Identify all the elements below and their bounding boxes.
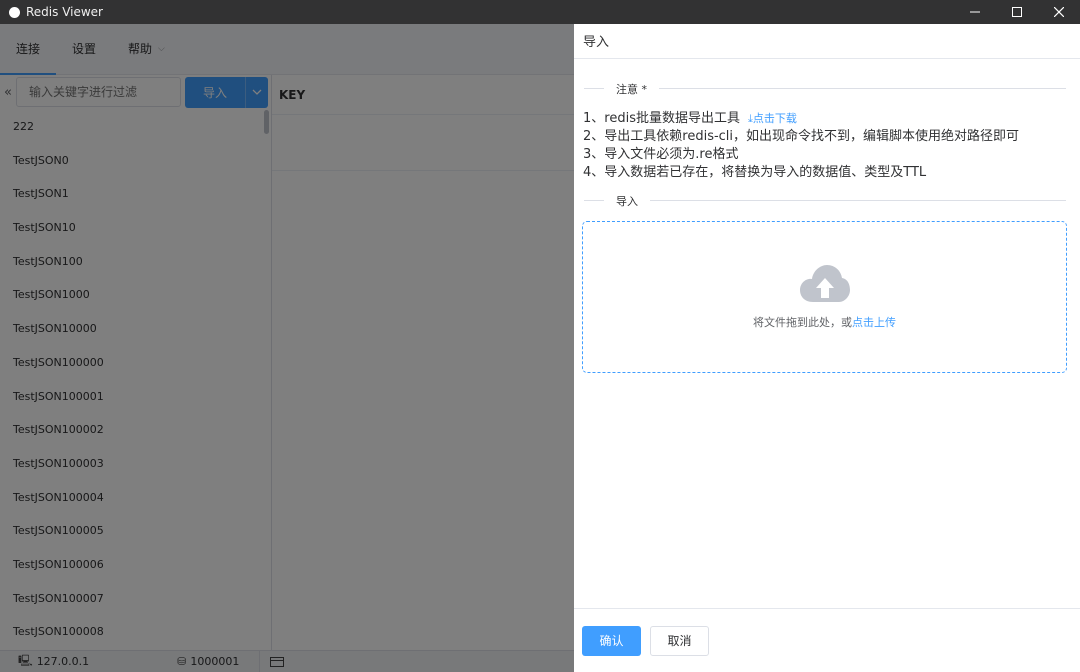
close-icon: [1054, 7, 1064, 17]
close-button[interactable]: [1038, 0, 1080, 24]
drawer-footer: 确认 取消: [574, 608, 1080, 672]
note-2: 2、导出工具依赖redis-cli，如出现命令找不到，编辑脚本使用绝对路径即可: [583, 129, 1020, 144]
upload-hint-text: 将文件拖到此处，或: [753, 316, 852, 329]
window-title: Redis Viewer: [26, 5, 103, 19]
maximize-button[interactable]: [996, 0, 1038, 24]
app-icon: [9, 6, 20, 18]
import-drawer: 导入 注意 * 1、redis批量数据导出工具 ⤓点击下载 2、导出工具依赖red…: [574, 24, 1080, 672]
cloud-upload-icon: [799, 265, 850, 302]
upload-link[interactable]: 点击上传: [852, 316, 896, 329]
note-4: 4、导入数据若已存在，将替换为导入的数据值、类型及TTL: [583, 165, 927, 180]
modal-overlay[interactable]: [0, 24, 574, 672]
maximize-icon: [1012, 7, 1022, 17]
drawer-title: 导入: [574, 24, 1080, 59]
note-1-text: 1、redis批量数据导出工具: [583, 111, 740, 126]
download-link[interactable]: ⤓点击下载: [748, 112, 797, 125]
upload-dropzone[interactable]: 将文件拖到此处，或点击上传: [582, 221, 1067, 373]
confirm-button[interactable]: 确认: [582, 625, 641, 656]
minimize-button[interactable]: [954, 0, 996, 24]
import-section-label: 导入: [604, 193, 650, 209]
import-divider: [584, 200, 1066, 201]
note-1: 1、redis批量数据导出工具 ⤓点击下载: [583, 110, 1019, 128]
cancel-button[interactable]: 取消: [650, 625, 709, 656]
minimize-icon: [970, 11, 980, 13]
download-link-label: 点击下载: [752, 112, 797, 125]
title-bar: Redis Viewer: [0, 0, 1080, 24]
notes-list: 1、redis批量数据导出工具 ⤓点击下载 2、导出工具依赖redis-cli，如…: [583, 110, 1019, 182]
window-controls: [954, 0, 1080, 24]
notice-label: 注意 *: [604, 81, 659, 97]
note-3: 3、导入文件必须为.re格式: [583, 147, 739, 162]
upload-hint: 将文件拖到此处，或点击上传: [753, 314, 896, 330]
